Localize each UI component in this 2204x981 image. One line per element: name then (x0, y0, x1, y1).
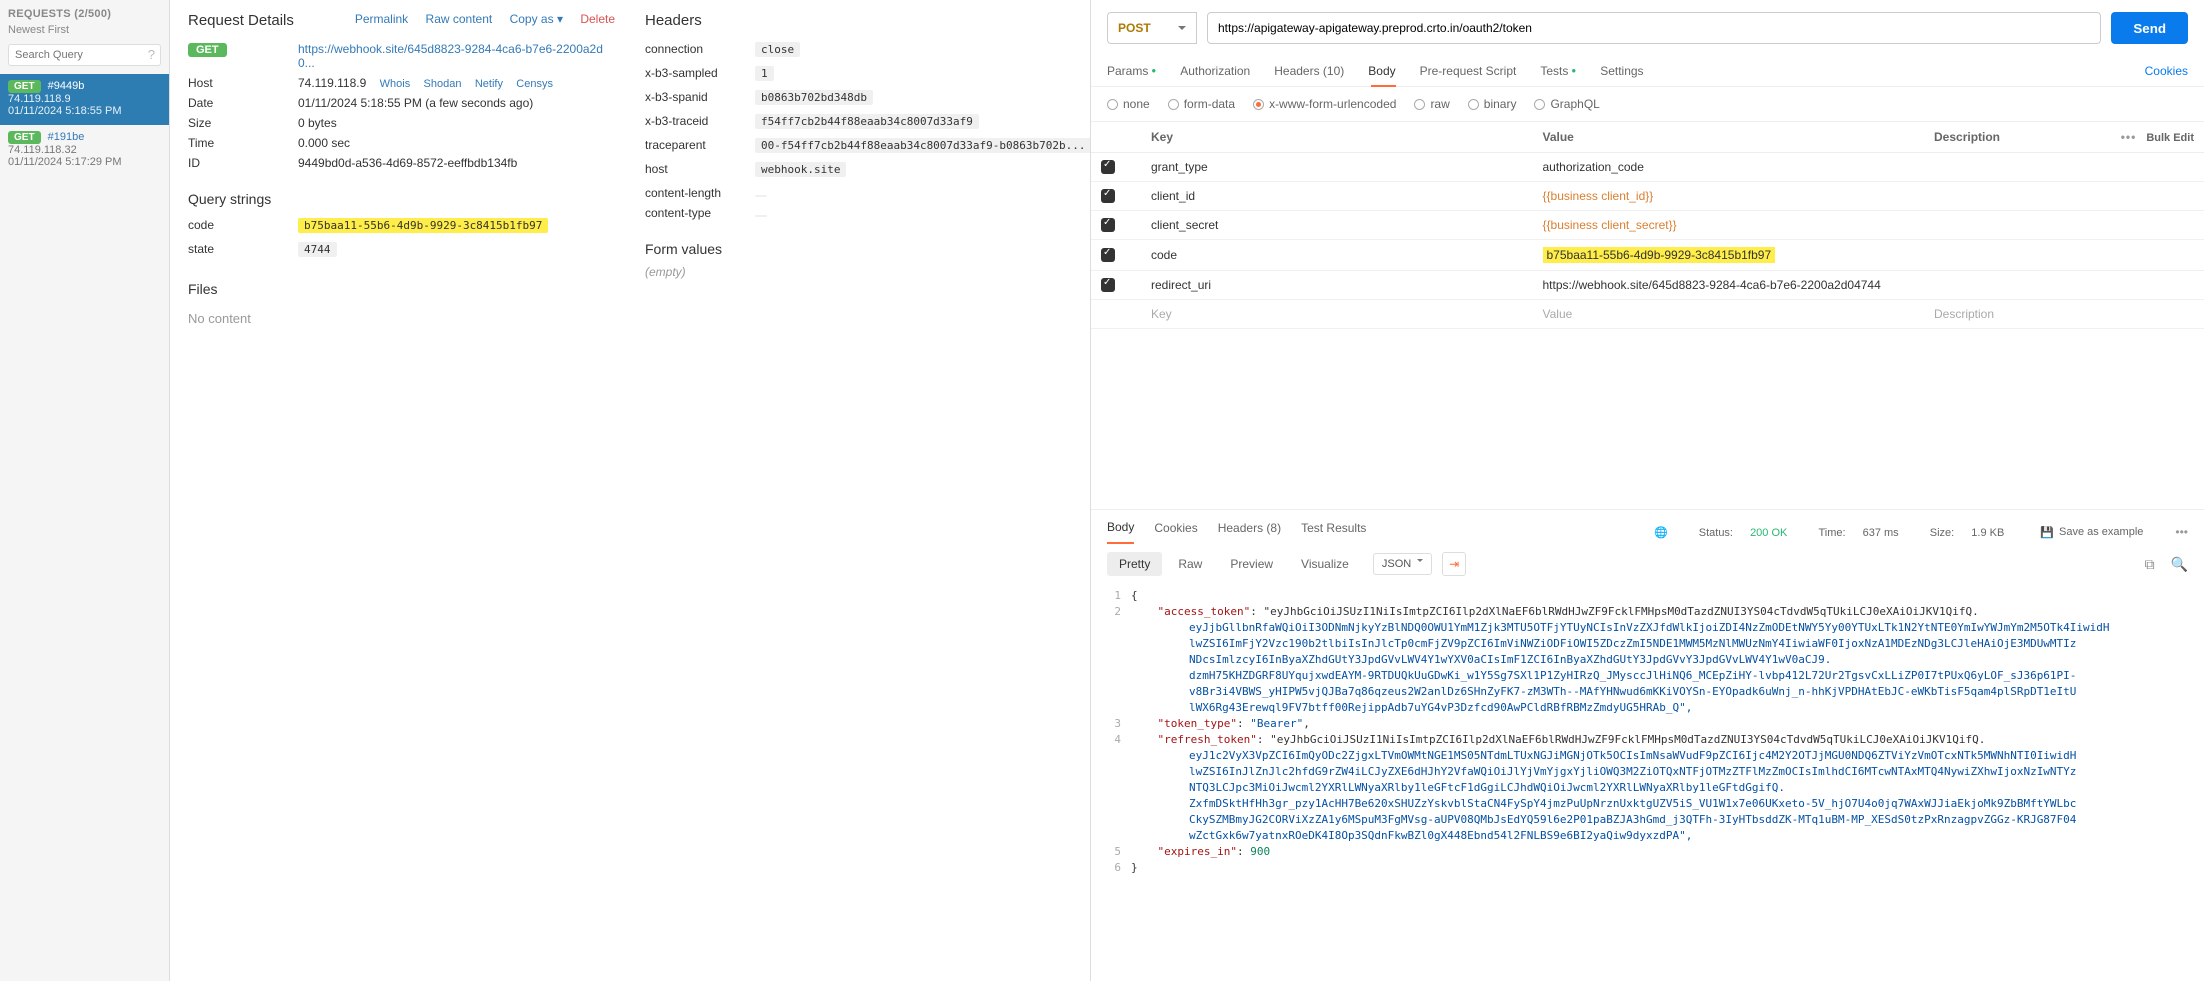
search-input[interactable] (8, 44, 161, 66)
bodytype-formdata[interactable]: form-data (1168, 97, 1235, 111)
detail-date: 01/11/2024 5:18:55 PM (a few seconds ago… (298, 96, 615, 110)
view-visualize[interactable]: Visualize (1289, 552, 1361, 576)
row-checkbox[interactable] (1101, 160, 1115, 174)
tab-prereq[interactable]: Pre-request Script (1420, 56, 1517, 86)
row-checkbox[interactable] (1101, 278, 1115, 292)
postman-pane: POST Send Params Authorization Headers (… (1090, 0, 2204, 981)
sort-newest[interactable]: Newest First (0, 24, 169, 42)
globe-icon[interactable]: 🌐 (1654, 527, 1668, 539)
request-list: REQUESTS (2/500) Newest First ? GET #944… (0, 0, 170, 981)
whois-link[interactable]: Whois (380, 78, 411, 90)
tab-auth[interactable]: Authorization (1180, 56, 1250, 86)
help-icon[interactable]: ? (148, 47, 155, 62)
request-item-0[interactable]: GET #9449b 74.119.118.9 01/11/2024 5:18:… (0, 74, 169, 125)
row-checkbox[interactable] (1101, 218, 1115, 232)
value-input[interactable]: Value (1533, 300, 1925, 329)
more-icon[interactable]: ••• (2121, 130, 2137, 144)
resp-tab-cookies[interactable]: Cookies (1154, 521, 1197, 543)
body-grid: Key Value Description•••Bulk Edit grant_… (1091, 121, 2204, 329)
host-ip: 74.119.118.9 (298, 76, 366, 90)
copy-icon[interactable]: ⧉ (2145, 556, 2155, 573)
copy-as-link[interactable]: Copy as ▾ (510, 12, 563, 26)
save-icon: 💾 (2040, 526, 2054, 539)
url-input[interactable] (1207, 12, 2101, 44)
method-badge: GET (8, 131, 41, 144)
no-content: No content (188, 305, 615, 326)
permalink-link[interactable]: Permalink (355, 12, 408, 26)
bodytype-none[interactable]: none (1107, 97, 1150, 111)
send-button[interactable]: Send (2111, 12, 2188, 44)
cookies-link[interactable]: Cookies (2145, 64, 2188, 78)
query-code: b75baa11-55b6-4d9b-9929-3c8415b1fb97 (298, 218, 548, 233)
method-select[interactable]: POST (1107, 12, 1197, 44)
resp-tab-headers[interactable]: Headers (8) (1218, 521, 1281, 543)
request-item-1[interactable]: GET #191be 74.119.118.32 01/11/2024 5:17… (0, 125, 169, 176)
response-body: 12 34 56 { "access_token": "eyJhbGciOiJS… (1091, 584, 2204, 888)
response-section: Body Cookies Headers (8) Test Results 🌐 … (1091, 509, 2204, 981)
key-input[interactable]: Key (1141, 300, 1533, 329)
raw-content-link[interactable]: Raw content (426, 12, 493, 26)
resp-tab-body[interactable]: Body (1107, 520, 1134, 544)
headers-title: Headers (645, 12, 1072, 29)
bodytype-graphql[interactable]: GraphQL (1534, 97, 1599, 111)
format-select[interactable]: JSON (1373, 553, 1432, 575)
request-detail: Permalink Raw content Copy as ▾ Delete R… (170, 0, 1090, 981)
bodytype-raw[interactable]: raw (1414, 97, 1449, 111)
detail-size: 0 bytes (298, 116, 615, 130)
tab-headers[interactable]: Headers (10) (1274, 56, 1344, 86)
save-example[interactable]: 💾Save as example (2040, 526, 2143, 539)
wrap-icon[interactable]: ⇥ (1442, 552, 1466, 576)
response-meta: 🌐 Status: 200 OK Time: 637 ms Size: 1.9 … (1640, 526, 2004, 539)
row-checkbox[interactable] (1101, 248, 1115, 262)
form-empty: (empty) (645, 265, 1072, 279)
requests-count: REQUESTS (2/500) (0, 0, 169, 24)
view-pretty[interactable]: Pretty (1107, 552, 1162, 576)
tab-body[interactable]: Body (1368, 56, 1395, 86)
search-icon[interactable]: 🔍 (2171, 556, 2188, 573)
form-values-title: Form values (645, 241, 1072, 257)
delete-link[interactable]: Delete (580, 12, 615, 26)
bodytype-xwww[interactable]: x-www-form-urlencoded (1253, 97, 1396, 111)
webhook-pane: REQUESTS (2/500) Newest First ? GET #944… (0, 0, 1090, 981)
censys-link[interactable]: Censys (516, 78, 553, 90)
detail-actions: Permalink Raw content Copy as ▾ Delete (341, 12, 615, 26)
view-preview[interactable]: Preview (1218, 552, 1285, 576)
desc-input[interactable]: Description (1924, 300, 2204, 329)
files-title: Files (188, 281, 615, 297)
query-strings-title: Query strings (188, 191, 615, 207)
bulk-edit-link[interactable]: Bulk Edit (2146, 132, 2194, 144)
resp-tab-tests[interactable]: Test Results (1301, 521, 1366, 543)
detail-time: 0.000 sec (298, 136, 615, 150)
tab-tests[interactable]: Tests (1540, 56, 1576, 86)
query-state: 4744 (298, 242, 337, 257)
detail-id: 9449bd0d-a536-4d69-8572-eeffbdb134fb (298, 156, 615, 170)
row-checkbox[interactable] (1101, 189, 1115, 203)
view-raw[interactable]: Raw (1166, 552, 1214, 576)
tab-settings[interactable]: Settings (1600, 56, 1643, 86)
method-badge: GET (188, 43, 227, 57)
bodytype-binary[interactable]: binary (1468, 97, 1517, 111)
more-icon[interactable]: ••• (2175, 525, 2188, 539)
method-badge: GET (8, 80, 41, 93)
request-url[interactable]: https://webhook.site/645d8823-9284-4ca6-… (298, 42, 603, 70)
tab-params[interactable]: Params (1107, 56, 1156, 86)
netify-link[interactable]: Netify (475, 78, 503, 90)
shodan-link[interactable]: Shodan (424, 78, 462, 90)
